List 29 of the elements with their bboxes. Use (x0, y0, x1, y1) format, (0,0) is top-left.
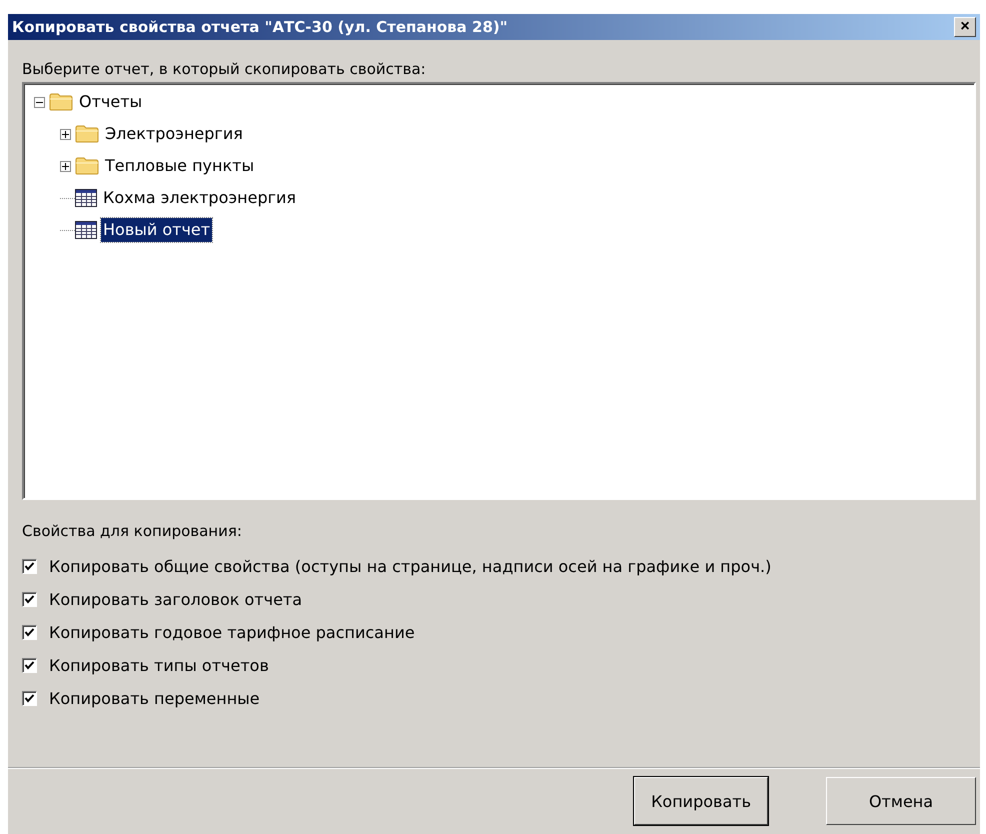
checkbox-label: Копировать переменные (49, 689, 260, 708)
collapse-icon[interactable] (34, 96, 45, 108)
folder-icon (75, 125, 99, 143)
tree-item[interactable]: Тепловые пункты (103, 154, 256, 178)
checkbox[interactable] (22, 592, 37, 607)
checkbox-label: Копировать типы отчетов (49, 656, 269, 675)
expand-icon[interactable] (60, 128, 71, 140)
checkbox-label: Копировать годовое тарифное расписание (49, 623, 415, 642)
tree-item[interactable]: Отчеты (77, 90, 144, 114)
checkbox[interactable] (22, 559, 37, 574)
close-button[interactable]: × (954, 17, 976, 37)
checkbox[interactable] (22, 625, 37, 640)
checkbox[interactable] (22, 691, 37, 706)
copy-button[interactable]: Копировать (634, 777, 768, 825)
tree-item[interactable]: Новый отчет (101, 218, 212, 242)
cancel-button[interactable]: Отмена (826, 777, 976, 825)
checkbox-label: Копировать общие свойства (оступы на странице, надписи осей на графике и проч.) (49, 557, 772, 576)
checkbox[interactable] (22, 658, 37, 673)
folder-icon (75, 157, 99, 175)
checkbox-label: Копировать заголовок отчета (49, 590, 302, 609)
table-icon (75, 221, 97, 239)
folder-icon (49, 93, 73, 111)
window-title: Копировать свойства отчета "АТС-30 (ул. Степанова 28)" (12, 18, 508, 36)
tree-label: Выберите отчет, в который скопировать свойства: (22, 60, 427, 80)
options-label: Свойства для копирования: (22, 522, 243, 540)
tree-item[interactable]: Кохма электроэнергия (101, 186, 298, 210)
expand-icon[interactable] (60, 160, 71, 172)
table-icon (75, 189, 97, 207)
tree-item[interactable]: Электроэнергия (103, 122, 245, 146)
